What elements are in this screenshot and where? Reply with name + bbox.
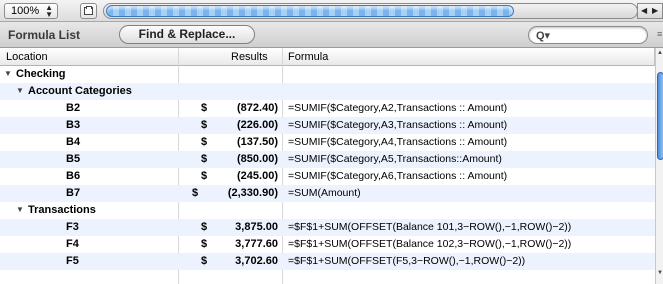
table-row[interactable]: B7 $ (2,330.90) =SUM(Amount): [0, 185, 655, 202]
formula-text[interactable]: =SUMIF($Category,A5,Transactions::Amount…: [288, 153, 502, 165]
table-body: ▼ Checking ▼ Account Categories B2 $ (872.40) =…: [0, 66, 655, 270]
horizontal-scroll-thumb[interactable]: [106, 5, 514, 17]
scroll-up-icon[interactable]: ▲: [657, 50, 663, 56]
cell-location: B4: [66, 136, 81, 148]
cell-location: B2: [66, 102, 81, 114]
formula-table: Location Results Formula ▼ Checking ▼ Accou…: [0, 48, 655, 284]
result-value: 3,777.60: [235, 238, 278, 250]
formula-text[interactable]: =$F$1+SUM(OFFSET(Balance 102,3−ROW(),−1,…: [288, 238, 571, 250]
table-row[interactable]: B2 $ (872.40) =SUMIF($Category,A2,Transacti…: [0, 100, 655, 117]
result-value: (850.00): [237, 153, 278, 165]
formula-list-bar: Formula List Find & Replace... Q▾ ≡: [0, 22, 663, 48]
result-value: (2,330.90): [227, 187, 278, 199]
table-row[interactable]: F3 $3,875.00 =$F$1+SUM(OFFSET(Balance 101,…: [0, 219, 655, 236]
table-row[interactable]: B6 $ (245.00) =SUMIF($Category,A6,Transacti…: [0, 168, 655, 185]
formula-text[interactable]: =SUMIF($Category,A4,Transactions :: Amou…: [288, 136, 507, 148]
table-row[interactable]: F4 $3,777.60 =$F$1+SUM(OFFSET(Balance 102,…: [0, 236, 655, 253]
table-header: Location Results Formula: [0, 48, 655, 66]
cell-location: F3: [66, 221, 79, 233]
formula-text[interactable]: =SUM(Amount): [288, 187, 361, 199]
table-row[interactable]: ▼ Transactions: [0, 202, 655, 219]
result-value: 3,875.00: [235, 221, 278, 233]
zoom-select[interactable]: 100% ▲ ▼: [4, 3, 58, 19]
vertical-scrollbar[interactable]: ▲ ▼: [655, 48, 663, 284]
formula-list-title: Formula List: [8, 28, 81, 42]
top-toolbar: 100% ▲ ▼ ◀ ▶: [0, 0, 663, 22]
scroll-down-icon[interactable]: ▼: [657, 270, 663, 276]
result-value: (245.00): [237, 170, 278, 182]
menu-edge-icon: ≡: [657, 29, 663, 39]
search-field[interactable]: Q▾: [528, 26, 648, 44]
scroll-right-icon[interactable]: ▶: [652, 6, 658, 15]
disclosure-triangle-icon[interactable]: ▼: [16, 205, 24, 214]
group-label: Checking: [16, 68, 66, 80]
cell-location: B7: [66, 187, 81, 199]
group-label: Transactions: [28, 204, 96, 216]
vertical-scroll-thumb[interactable]: [657, 72, 663, 160]
table-row[interactable]: B4 $ (137.50) =SUMIF($Category,A4,Transacti…: [0, 134, 655, 151]
column-header-results[interactable]: Results: [231, 51, 268, 63]
formula-text[interactable]: =$F$1+SUM(OFFSET(F5,3−ROW(),−1,ROW()−2)): [288, 255, 525, 267]
group-label: Account Categories: [28, 85, 132, 97]
page-view-button[interactable]: [80, 3, 97, 19]
table-row[interactable]: B5 $ (850.00) =SUMIF($Category,A5,Transacti…: [0, 151, 655, 168]
find-replace-button[interactable]: Find & Replace...: [119, 25, 255, 44]
formula-text[interactable]: =SUMIF($Category,A3,Transactions :: Amou…: [288, 119, 507, 131]
page-icon: [84, 6, 93, 15]
disclosure-triangle-icon[interactable]: ▼: [4, 69, 12, 78]
column-header-formula[interactable]: Formula: [288, 51, 328, 63]
stepper-arrows-icon[interactable]: ▲ ▼: [45, 4, 53, 19]
horizontal-scrollbar[interactable]: [103, 3, 638, 19]
table-row[interactable]: F5 $3,702.60 =$F$1+SUM(OFFSET(F5,3−ROW(),−…: [0, 253, 655, 270]
disclosure-triangle-icon[interactable]: ▼: [16, 86, 24, 95]
cell-location: F4: [66, 238, 79, 250]
table-row[interactable]: B3 $ (226.00) =SUMIF($Category,A3,Transacti…: [0, 117, 655, 134]
search-icon: Q▾: [536, 30, 551, 42]
column-header-location[interactable]: Location: [6, 51, 48, 63]
scroll-left-icon[interactable]: ◀: [641, 6, 647, 15]
table-row[interactable]: ▼ Checking: [0, 66, 655, 83]
cell-location: B5: [66, 153, 81, 165]
result-value: 3,702.60: [235, 255, 278, 267]
zoom-value: 100%: [11, 5, 40, 17]
table-row[interactable]: ▼ Account Categories: [0, 83, 655, 100]
result-value: (226.00): [237, 119, 278, 131]
formula-text[interactable]: =$F$1+SUM(OFFSET(Balance 101,3−ROW(),−1,…: [288, 221, 571, 233]
result-value: (872.40): [237, 102, 278, 114]
scroll-arrows[interactable]: ◀ ▶: [637, 3, 663, 19]
formula-text[interactable]: =SUMIF($Category,A2,Transactions :: Amou…: [288, 102, 507, 114]
cell-location: F5: [66, 255, 79, 267]
cell-location: B6: [66, 170, 81, 182]
result-value: (137.50): [237, 136, 278, 148]
formula-text[interactable]: =SUMIF($Category,A6,Transactions :: Amou…: [288, 170, 507, 182]
cell-location: B3: [66, 119, 81, 131]
